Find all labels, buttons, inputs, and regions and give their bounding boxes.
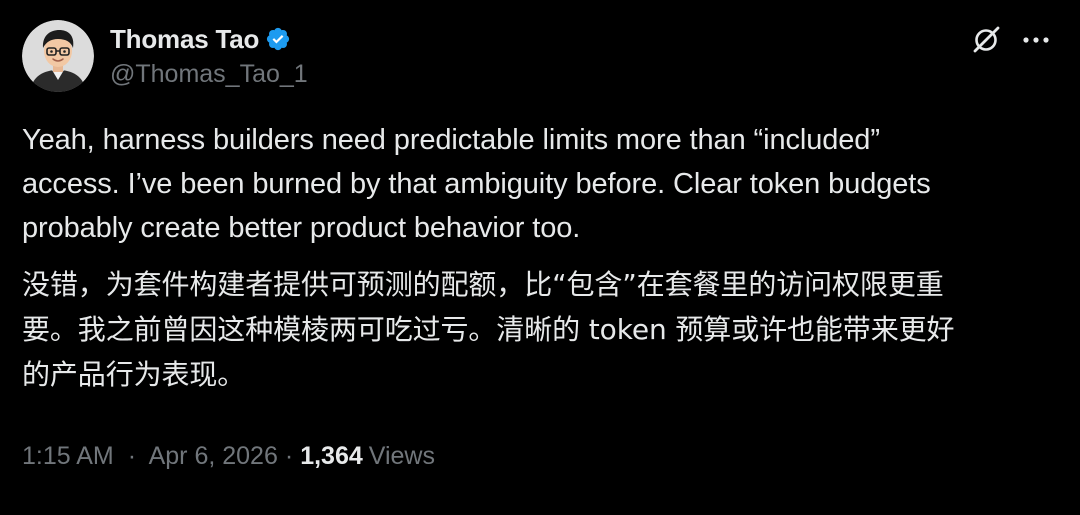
author-display-name[interactable]: Thomas Tao <box>110 24 259 55</box>
tweet-meta: 1:15 AM · Apr 6, 2026 · 1,364 Views <box>22 442 435 471</box>
tweet-time: 1:15 AM <box>22 442 114 470</box>
meta-separator: · <box>284 442 294 470</box>
meta-separator: · <box>127 442 137 470</box>
grok-button[interactable] <box>966 22 1006 58</box>
author-name-row: Thomas Tao <box>110 22 291 56</box>
tweet-time-link[interactable]: 1:15 AM · Apr 6, 2026 <box>22 442 278 471</box>
views-label: Views <box>368 442 435 470</box>
more-horizontal-icon <box>1023 37 1049 43</box>
avatar[interactable] <box>22 20 94 92</box>
verified-badge-icon <box>265 26 291 52</box>
views-count[interactable]: 1,364 <box>300 442 363 471</box>
author-handle[interactable]: @Thomas_Tao_1 <box>110 60 308 89</box>
tweet-text-chinese: 没错，为套件构建者提供可预测的配额，比“包含”在套餐里的访问权限更重 要。我之前… <box>22 268 955 391</box>
tweet-card: Thomas Tao @Thomas_Tao_1 Yeah, harness b… <box>0 0 1080 515</box>
more-options-button[interactable] <box>1016 22 1056 58</box>
avatar-image <box>22 20 94 92</box>
tweet-text-english: Yeah, harness builders need predictable … <box>22 124 931 244</box>
grok-icon <box>973 26 1000 53</box>
tweet-date: Apr 6, 2026 <box>148 442 278 470</box>
